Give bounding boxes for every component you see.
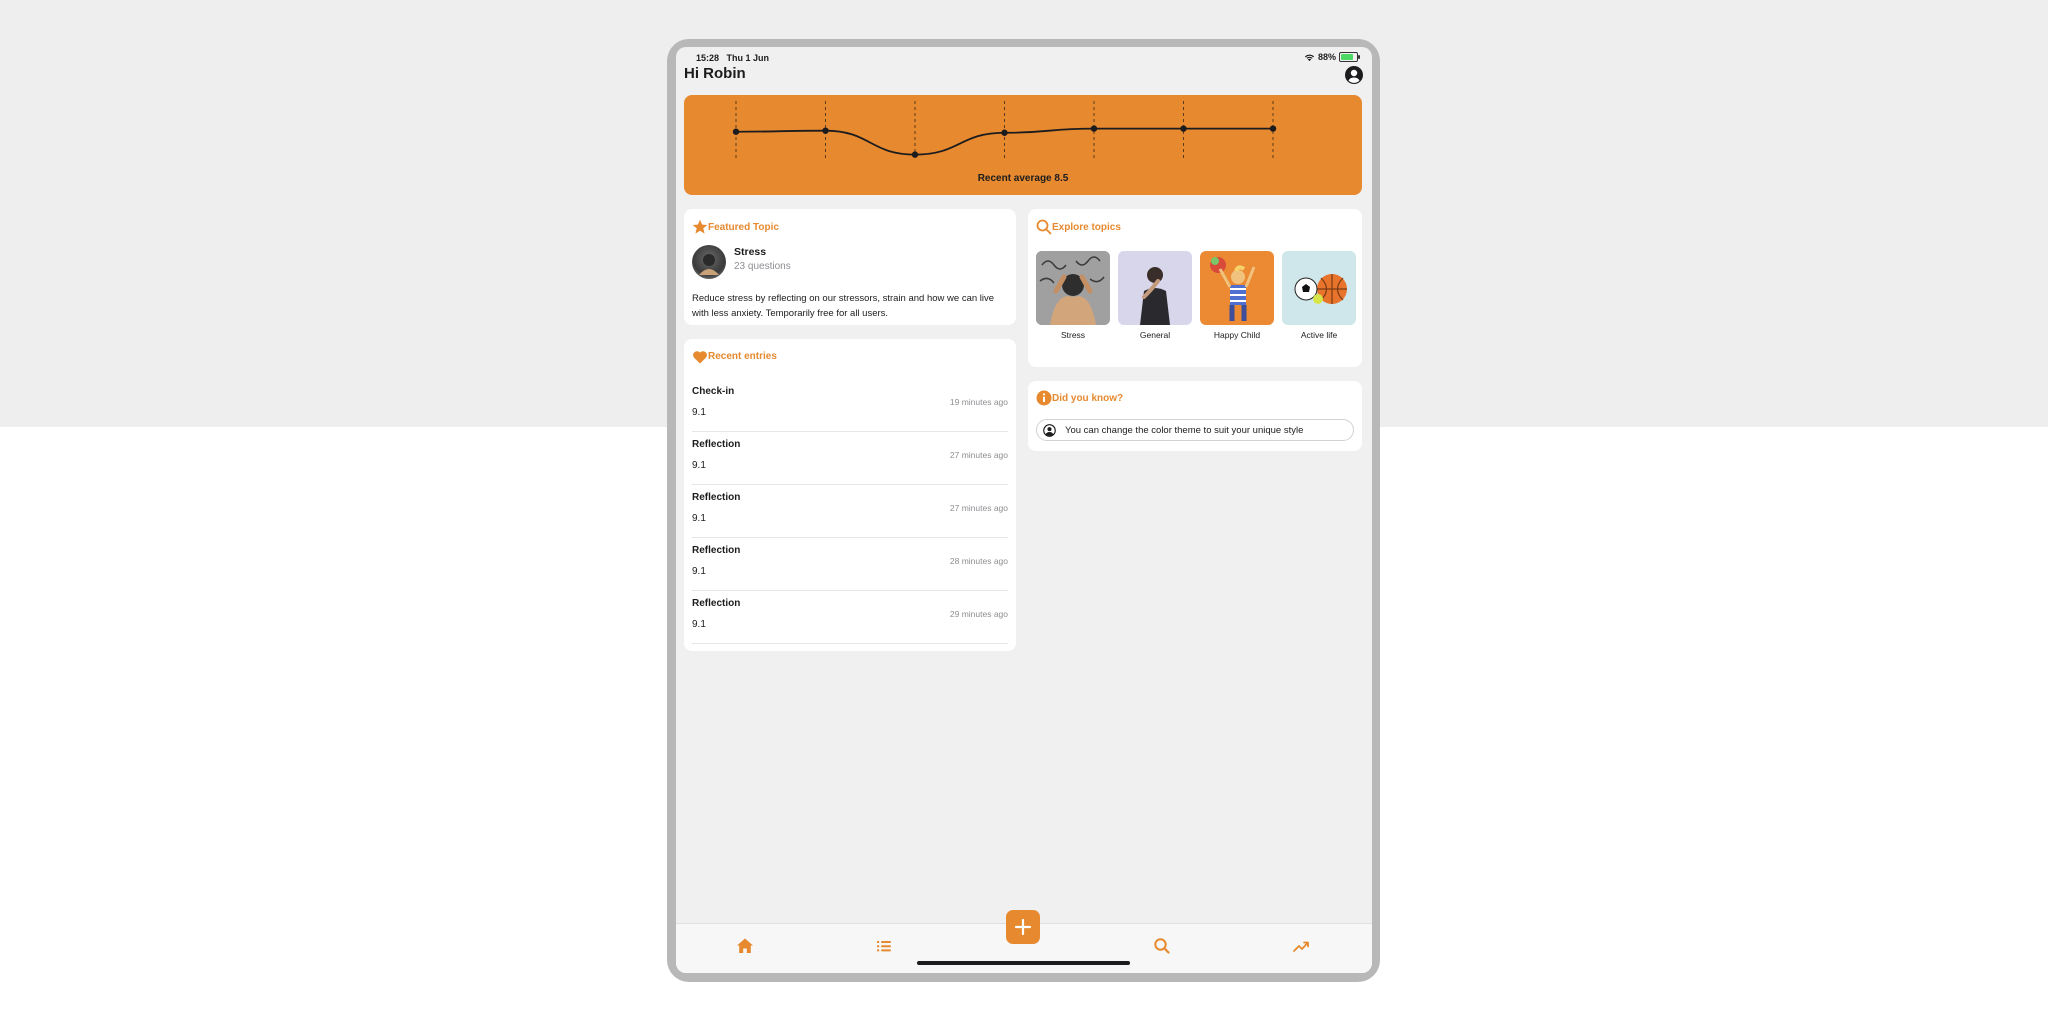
explore-title: Explore topics	[1052, 222, 1121, 233]
entry-title: Reflection	[692, 439, 741, 450]
wifi-icon	[1304, 54, 1315, 61]
topic-carousel[interactable]: Stress General Happy Child Active life	[1036, 251, 1362, 340]
topic-stress[interactable]: Stress	[1036, 251, 1110, 340]
status-right: 88%	[1304, 52, 1360, 62]
entry-title: Reflection	[692, 545, 741, 556]
status-time: 15:28 Thu 1 Jun	[696, 53, 770, 63]
entry-row[interactable]: Reflection 9.1 27 minutes ago	[692, 432, 1008, 485]
chart-caption: Recent average 8.5	[977, 173, 1069, 184]
did-you-know-card: Did you know? You can change the color t…	[1028, 381, 1362, 451]
explore-topics-card: Explore topics Stress General Happy Chil…	[1028, 209, 1362, 367]
featured-topic-thumbnail	[692, 245, 726, 279]
topic-active-life[interactable]: Active life	[1282, 251, 1356, 340]
topic-label: General	[1139, 330, 1171, 340]
chart-point[interactable]	[911, 151, 919, 158]
topic-label: Stress	[1060, 330, 1086, 340]
home-icon[interactable]	[735, 936, 755, 956]
recent-entries-card: Recent entries Check-in 9.1 19 minutes a…	[684, 339, 1016, 651]
entry-time: 19 minutes ago	[949, 397, 1008, 407]
entry-row[interactable]: Reflection 9.1 29 minutes ago	[692, 591, 1008, 644]
entry-value: 9.1	[692, 619, 706, 630]
topic-label: Active life	[1300, 330, 1338, 340]
topic-general[interactable]: General	[1118, 251, 1192, 340]
chart-point[interactable]	[1001, 129, 1008, 136]
featured-topic-name: Stress	[734, 246, 767, 258]
recent-title: Recent entries	[708, 351, 777, 362]
entry-value: 9.1	[692, 513, 706, 524]
heart-icon	[693, 351, 707, 364]
entry-title: Check-in	[692, 386, 735, 397]
tip-text: You can change the color theme to suit y…	[1065, 425, 1304, 436]
status-bar: 15:28 Thu 1 Jun 88%	[686, 50, 1362, 66]
plus-icon	[1014, 918, 1032, 936]
entry-title: Reflection	[692, 492, 741, 503]
chart-point[interactable]	[1090, 125, 1098, 132]
entry-time: 27 minutes ago	[949, 503, 1008, 513]
chart-point[interactable]	[1180, 125, 1187, 132]
chart-point[interactable]	[822, 127, 829, 134]
featured-title: Featured Topic	[708, 222, 779, 233]
entry-title: Reflection	[692, 598, 741, 609]
star-icon	[692, 219, 708, 234]
profile-icon[interactable]	[1344, 65, 1364, 85]
entry-time: 27 minutes ago	[949, 450, 1008, 460]
entry-time: 29 minutes ago	[949, 609, 1008, 619]
chart-point[interactable]	[1269, 125, 1277, 132]
battery-percent: 88%	[1317, 52, 1336, 62]
average-chart-card[interactable]: Recent average 8.5	[684, 95, 1362, 195]
page-title: Hi Robin	[684, 65, 746, 82]
entry-row[interactable]: Reflection 9.1 28 minutes ago	[692, 538, 1008, 591]
entry-row[interactable]: Check-in 9.1 19 minutes ago	[692, 379, 1008, 432]
add-entry-button[interactable]	[1006, 910, 1040, 944]
search-icon	[1036, 219, 1052, 235]
trend-icon[interactable]	[1291, 936, 1311, 956]
person-circle-icon	[1043, 424, 1056, 437]
topic-active-life-image	[1282, 251, 1356, 325]
list-icon[interactable]	[874, 936, 894, 956]
search-icon[interactable]	[1152, 936, 1172, 956]
tab-bar	[676, 910, 1372, 973]
chart-point[interactable]	[732, 128, 740, 135]
entry-row[interactable]: Reflection 9.1 27 minutes ago	[692, 485, 1008, 538]
battery-icon	[1339, 52, 1360, 62]
entry-value: 9.1	[692, 460, 706, 471]
entry-time: 28 minutes ago	[949, 556, 1008, 566]
featured-description: Reduce stress by reflecting on our stres…	[692, 293, 995, 319]
topic-label: Happy Child	[1213, 330, 1261, 340]
entry-value: 9.1	[692, 407, 706, 418]
did-you-know-title: Did you know?	[1052, 393, 1124, 404]
home-indicator	[917, 961, 1130, 965]
topic-happy-child[interactable]: Happy Child	[1200, 251, 1274, 340]
topic-stress-image	[1036, 251, 1110, 325]
app-screen: 15:28 Thu 1 Jun 88% Hi Robin Recent aver…	[676, 47, 1372, 973]
entries-list: Check-in 9.1 19 minutes ago Reflection 9…	[692, 379, 1008, 644]
tip-pill[interactable]: You can change the color theme to suit y…	[1036, 419, 1354, 441]
topic-happy-child-image	[1200, 251, 1274, 325]
topic-general-image	[1118, 251, 1192, 325]
info-icon	[1036, 390, 1052, 406]
featured-topic-card[interactable]: Featured Topic Stress 23 questions Reduc…	[684, 209, 1016, 325]
entry-value: 9.1	[692, 566, 706, 577]
featured-question-count: 23 questions	[734, 261, 791, 272]
